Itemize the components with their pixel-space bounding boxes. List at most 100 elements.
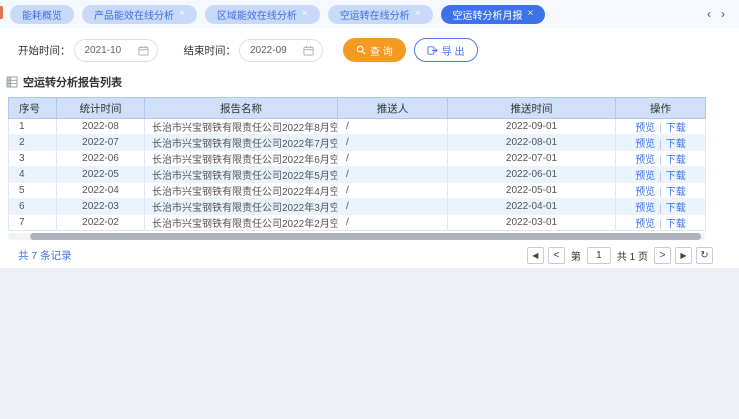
header-stat-time: 统计时间 [57, 98, 145, 119]
download-link[interactable]: 下载 [666, 187, 686, 198]
cell-stat-time: 2022-02 [57, 215, 145, 231]
query-button[interactable]: 查 询 [343, 38, 406, 62]
table-row: 7 2022-02 长治市兴宝钢铁有限责任公司2022年2月空运转分析报告 / … [9, 215, 706, 231]
page-number-input[interactable] [587, 247, 611, 264]
tab-bar: 能耗概览 产品能效在线分析 × 区域能效在线分析 × 空运转在线分析 × 空运转… [0, 0, 739, 28]
op-divider: | [659, 187, 662, 198]
op-divider: | [659, 123, 662, 134]
cell-pusher: / [338, 135, 448, 151]
op-divider: | [659, 155, 662, 166]
op-divider: | [659, 203, 662, 214]
start-date-input[interactable] [85, 45, 137, 56]
cell-operation: 预览 | 下载 [616, 119, 706, 135]
cell-report-name: 长治市兴宝钢铁有限责任公司2022年7月空运转分析报告 [145, 135, 338, 151]
table-row: 1 2022-08 长治市兴宝钢铁有限责任公司2022年8月空运转分析报告 / … [9, 119, 706, 135]
preview-link[interactable]: 预览 [635, 139, 655, 150]
tab-region-efficiency[interactable]: 区域能效在线分析 × [205, 5, 320, 24]
start-date-field[interactable] [74, 39, 158, 62]
tab-label: 区域能效在线分析 [217, 7, 297, 22]
tab-label: 空运转分析月报 [453, 7, 523, 22]
header-index: 序号 [9, 98, 57, 119]
export-button[interactable]: 导 出 [414, 38, 478, 62]
cell-index: 3 [9, 151, 57, 167]
cell-push-time: 2022-08-01 [448, 135, 616, 151]
tab-label: 产品能效在线分析 [94, 7, 174, 22]
cell-stat-time: 2022-04 [57, 183, 145, 199]
chevron-left-icon[interactable]: ‹ [707, 8, 711, 20]
tab-label: 能耗概览 [22, 7, 62, 22]
cell-pusher: / [338, 119, 448, 135]
header-operation: 操作 [616, 98, 706, 119]
cell-push-time: 2022-04-01 [448, 199, 616, 215]
close-icon[interactable]: × [528, 9, 534, 19]
tab-idle-online-analysis[interactable]: 空运转在线分析 × [328, 5, 433, 24]
refresh-button[interactable]: ↻ [696, 247, 713, 264]
download-link[interactable]: 下载 [666, 155, 686, 166]
preview-link[interactable]: 预览 [635, 203, 655, 214]
header-report-name: 报告名称 [145, 98, 338, 119]
last-page-button[interactable]: ▶ [675, 247, 692, 264]
table-row: 3 2022-06 长治市兴宝钢铁有限责任公司2022年6月空运转分析报告 / … [9, 151, 706, 167]
download-link[interactable]: 下载 [666, 139, 686, 150]
cell-operation: 预览|下载 [616, 135, 706, 151]
cell-report-name: 长治市兴宝钢铁有限责任公司2022年3月空运转分析报告 [145, 199, 338, 215]
cell-stat-time: 2022-08 [57, 119, 145, 135]
cell-operation: 预览 | 下载 [616, 151, 706, 167]
scrollbar-thumb[interactable] [30, 233, 701, 240]
close-icon[interactable]: × [302, 9, 308, 19]
cell-index: 1 [9, 119, 57, 135]
preview-link[interactable]: 预览 [635, 123, 655, 134]
chevron-right-icon[interactable]: › [721, 8, 725, 20]
cell-operation: 预览 | 下载 [616, 199, 706, 215]
end-time-label: 结束时间： [184, 43, 237, 58]
end-date-input[interactable] [250, 45, 302, 56]
export-button-label: 导 出 [442, 43, 465, 58]
start-time-label: 开始时间： [18, 43, 71, 58]
cell-pusher: / [338, 199, 448, 215]
cell-stat-time: 2022-06 [57, 151, 145, 167]
download-link[interactable]: 下载 [666, 171, 686, 182]
cell-stat-time: 2022-05 [57, 167, 145, 183]
calendar-icon [138, 45, 149, 56]
query-button-label: 查 询 [370, 43, 393, 58]
cell-push-time: 2022-09-01 [448, 119, 616, 135]
first-page-button[interactable]: ◀ [527, 247, 544, 264]
cell-index: 2 [9, 135, 57, 151]
tab-product-efficiency[interactable]: 产品能效在线分析 × [82, 5, 197, 24]
report-table: 序号 统计时间 报告名称 推送人 推送时间 操作 1 2022-08 长治市兴宝… [8, 97, 706, 231]
edge-accent-mark [0, 6, 3, 19]
cell-report-name: 长治市兴宝钢铁有限责任公司2022年2月空运转分析报告 [145, 215, 338, 231]
preview-link[interactable]: 预览 [635, 187, 655, 198]
calendar-icon [303, 45, 314, 56]
cell-report-name: 长治市兴宝钢铁有限责任公司2022年4月空运转分析报告 [145, 183, 338, 199]
prev-page-button[interactable]: < [548, 247, 565, 264]
download-link[interactable]: 下载 [666, 203, 686, 214]
cell-operation: 预览 | 下载 [616, 183, 706, 199]
preview-link[interactable]: 预览 [635, 171, 655, 182]
total-pages-label: 共 1 页 [617, 248, 648, 263]
preview-link[interactable]: 预览 [635, 219, 655, 230]
cell-stat-time: 2022-03 [57, 199, 145, 215]
next-page-button[interactable]: > [654, 247, 671, 264]
tab-scroll-arrows: ‹ › [707, 8, 725, 20]
cell-pusher: / [338, 167, 448, 183]
tab-idle-monthly-report[interactable]: 空运转分析月报 × [441, 5, 546, 24]
pagination-row: 共 7 条记录 ◀ < 第 共 1 页 > ▶ ↻ [0, 240, 739, 264]
preview-link[interactable]: 预览 [635, 155, 655, 166]
cell-report-name: 长治市兴宝钢铁有限责任公司2022年6月空运转分析报告 [145, 151, 338, 167]
cell-push-time: 2022-06-01 [448, 167, 616, 183]
download-link[interactable]: 下载 [666, 219, 686, 230]
table-list-icon [6, 76, 18, 88]
content-panel: 开始时间： 结束时间： [0, 28, 739, 268]
op-divider: | [659, 219, 662, 230]
tab-label: 空运转在线分析 [340, 7, 410, 22]
cell-operation: 预览 | 下载 [616, 215, 706, 231]
close-icon[interactable]: × [179, 9, 185, 19]
cell-index: 4 [9, 167, 57, 183]
close-icon[interactable]: × [415, 9, 421, 19]
cell-push-time: 2022-05-01 [448, 183, 616, 199]
list-title: 空运转分析报告列表 [23, 74, 122, 90]
end-date-field[interactable] [239, 39, 323, 62]
tab-energy-overview[interactable]: 能耗概览 [10, 5, 74, 24]
download-link[interactable]: 下载 [666, 123, 686, 134]
